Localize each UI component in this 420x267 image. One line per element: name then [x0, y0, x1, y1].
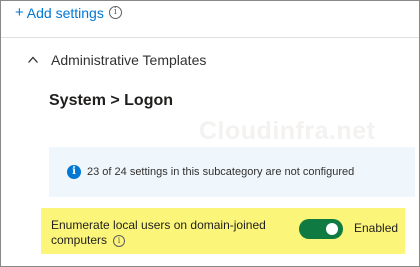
- info-filled-icon: i: [67, 165, 81, 179]
- divider: [1, 37, 419, 38]
- settings-panel: + Add settings i Administrative Template…: [0, 0, 420, 267]
- setting-row-enumerate-local-users: Enumerate local users on domain-joined c…: [41, 208, 405, 254]
- section-header-administrative-templates[interactable]: Administrative Templates: [27, 52, 206, 68]
- setting-label-wrapper: Enumerate local users on domain-joined c…: [51, 218, 291, 248]
- page-title: System > Logon: [49, 92, 174, 109]
- enabled-toggle[interactable]: [299, 219, 343, 239]
- info-icon[interactable]: i: [113, 234, 126, 247]
- chevron-up-icon: [28, 56, 38, 63]
- info-banner: i 23 of 24 settings in this subcategory …: [49, 147, 415, 197]
- plus-icon: +: [15, 4, 24, 21]
- info-banner-message: 23 of 24 settings in this subcategory ar…: [87, 166, 355, 178]
- add-settings-button[interactable]: + Add settings i: [15, 4, 122, 21]
- watermark: Cloudinfra.net: [199, 117, 376, 145]
- section-title: Administrative Templates: [51, 52, 207, 68]
- info-icon[interactable]: i: [108, 6, 122, 19]
- toggle-knob: [326, 223, 338, 235]
- setting-label: Enumerate local users on domain-joined c…: [51, 218, 266, 247]
- add-settings-label: Add settings: [26, 4, 104, 21]
- toggle-state-label: Enabled: [354, 221, 399, 235]
